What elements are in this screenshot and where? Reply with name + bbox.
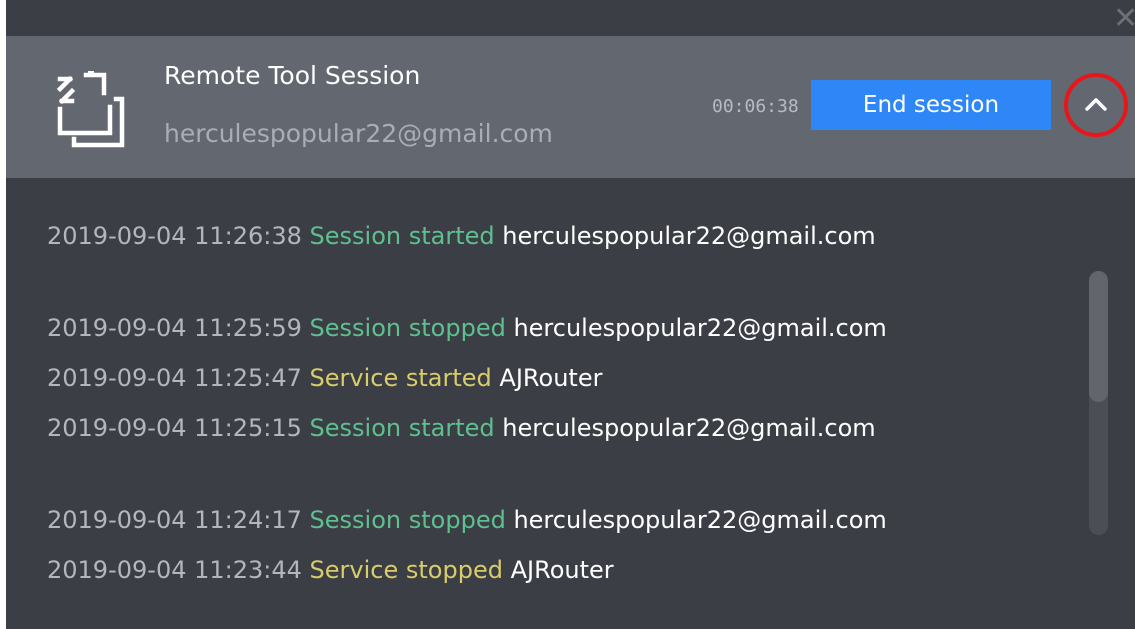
title-bar: ✕ <box>6 0 1135 36</box>
chevron-up-icon <box>1085 98 1107 111</box>
log-entry: 2019-09-04 11:23:44 Service stopped AJRo… <box>47 556 614 584</box>
log-entry: 2019-09-04 11:25:47 Service started AJRo… <box>47 364 602 392</box>
log-target: herculespopular22@gmail.com <box>502 222 876 250</box>
log-event: Service stopped <box>309 556 503 584</box>
log-entry: 2019-09-04 11:25:59 Session stopped herc… <box>47 314 887 342</box>
log-event: Session started <box>309 414 495 442</box>
log-event: Service started <box>309 364 492 392</box>
log-entry: 2019-09-04 11:24:17 Session stopped herc… <box>47 506 887 534</box>
session-header: Remote Tool Session herculespopular22@gm… <box>6 36 1135 178</box>
session-timer: 00:06:38 <box>712 96 799 117</box>
log-scrollbar[interactable] <box>1089 271 1108 535</box>
log-target: AJRouter <box>510 556 614 584</box>
log-entry: 2019-09-04 11:26:38 Session started herc… <box>47 222 876 250</box>
session-email: herculespopular22@gmail.com <box>164 119 553 148</box>
log-event: Session stopped <box>309 314 506 342</box>
end-session-button[interactable]: End session <box>811 80 1051 130</box>
log-timestamp: 2019-09-04 11:25:47 <box>47 364 302 392</box>
log-target: herculespopular22@gmail.com <box>513 506 887 534</box>
log-timestamp: 2019-09-04 11:25:59 <box>47 314 302 342</box>
log-target: AJRouter <box>499 364 603 392</box>
log-timestamp: 2019-09-04 11:24:17 <box>47 506 302 534</box>
log-target: herculespopular22@gmail.com <box>502 414 876 442</box>
remote-session-icon <box>50 69 130 149</box>
log-event: Session started <box>309 222 495 250</box>
session-title: Remote Tool Session <box>164 61 421 90</box>
remote-session-window: ✕ Remote Tool Session herculespopular22@… <box>6 0 1135 629</box>
scrollbar-thumb[interactable] <box>1089 271 1108 402</box>
log-timestamp: 2019-09-04 11:26:38 <box>47 222 302 250</box>
log-entry: 2019-09-04 11:25:15 Session started herc… <box>47 414 876 442</box>
log-event: Session stopped <box>309 506 506 534</box>
log-target: herculespopular22@gmail.com <box>513 314 887 342</box>
log-timestamp: 2019-09-04 11:25:15 <box>47 414 302 442</box>
log-timestamp: 2019-09-04 11:23:44 <box>47 556 302 584</box>
session-log: 2019-09-04 11:26:38 Session started herc… <box>6 178 1135 629</box>
close-icon[interactable]: ✕ <box>1113 4 1135 34</box>
collapse-button[interactable] <box>1064 73 1128 137</box>
